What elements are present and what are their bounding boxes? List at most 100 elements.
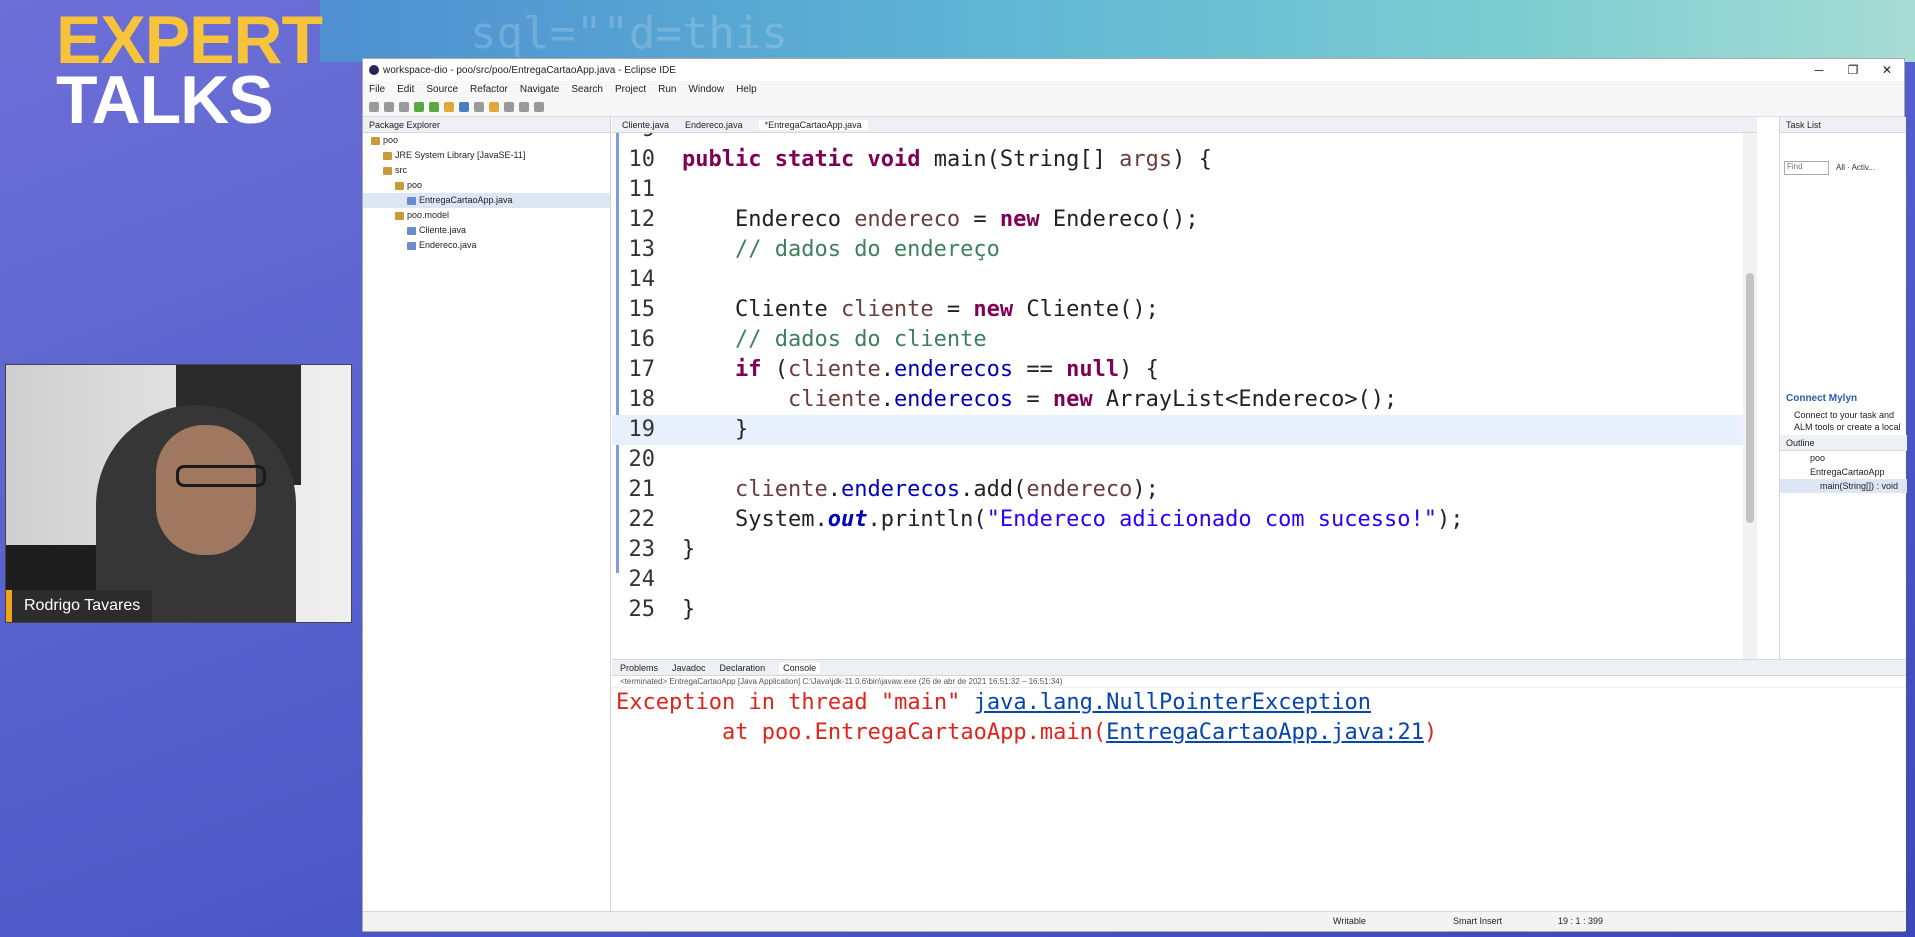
code-line[interactable]: 15 Cliente cliente = new Cliente(); [612, 295, 1757, 325]
outline-view: Outline poo EntregaCartaoApp main(String… [1780, 435, 1907, 493]
code-line[interactable]: 19 } [612, 415, 1757, 445]
code-line[interactable]: 11 [612, 175, 1757, 205]
code-area[interactable]: 9 10 public static void main(String[] args… [612, 133, 1757, 713]
package-icon [395, 211, 404, 220]
menu-window[interactable]: Window [688, 84, 724, 95]
tab-javadoc[interactable]: Javadoc [672, 663, 706, 673]
code-line[interactable]: 25} [612, 595, 1757, 625]
code-line[interactable]: 24 [612, 565, 1757, 595]
tab-declaration[interactable]: Declaration [720, 663, 766, 673]
code-text: Cliente cliente = new Cliente(); [682, 297, 1159, 322]
scrollbar-thumb[interactable] [1746, 273, 1754, 523]
background-code-text: sql=""d=this [470, 8, 788, 59]
line-number: 23 [628, 537, 656, 562]
tab-entregacartaoapp[interactable]: *EntregaCartaoApp.java [758, 119, 868, 130]
code-line[interactable]: 12 Endereco endereco = new Endereco(); [612, 205, 1757, 235]
exception-link[interactable]: java.lang.NullPointerException [974, 690, 1371, 715]
line-number: 25 [628, 597, 656, 622]
code-line[interactable]: 20 [612, 445, 1757, 475]
task-find-input[interactable]: Find [1784, 161, 1829, 175]
outline-item-main[interactable]: main(String[]) : void [1780, 479, 1907, 493]
line-number: 9 [612, 133, 655, 145]
mylyn-title[interactable]: Connect Mylyn [1786, 393, 1857, 404]
tree-item-package-poo[interactable]: poo [363, 178, 610, 193]
maximize-button[interactable]: ❐ [1836, 63, 1870, 77]
external-tools-icon[interactable] [444, 101, 454, 112]
code-line[interactable]: 16 // dados do cliente [612, 325, 1757, 355]
status-insert-mode: Smart Insert [1453, 916, 1503, 926]
main-toolbar [363, 97, 1904, 117]
line-number: 10 [628, 147, 656, 172]
library-icon [383, 151, 392, 160]
console-panel: Problems Javadoc Declaration Console <te… [612, 659, 1906, 913]
run-icon[interactable] [429, 101, 439, 112]
tree-item-package-poo-model[interactable]: poo.model [363, 208, 610, 223]
tree-item-jre[interactable]: JRE System Library [JavaSE-11] [363, 148, 610, 163]
code-line[interactable]: 21 cliente.enderecos.add(endereco); [612, 475, 1757, 505]
folder-icon [383, 166, 392, 175]
code-text: cliente.enderecos.add(endereco); [734, 477, 1159, 502]
code-line[interactable]: 22 System.out.println("Endereco adiciona… [612, 505, 1757, 535]
console-tabs: Problems Javadoc Declaration Console [612, 660, 1906, 676]
line-number: 20 [628, 447, 656, 472]
minimize-button[interactable]: ─ [1802, 63, 1836, 77]
task-filter-all[interactable]: All · Activ... [1836, 163, 1875, 172]
editor-scrollbar[interactable] [1743, 133, 1757, 713]
line-number: 15 [628, 297, 656, 322]
code-line[interactable]: 17 if (cliente.enderecos == null) { [612, 355, 1757, 385]
menu-project[interactable]: Project [615, 84, 646, 95]
save-icon[interactable] [384, 101, 394, 112]
line-number: 12 [628, 207, 656, 232]
window-titlebar: workspace-dio - poo/src/poo/EntregaCarta… [363, 59, 1904, 81]
tab-console[interactable]: Console [779, 662, 821, 673]
debug-icon[interactable] [414, 101, 424, 112]
tree-item-src[interactable]: src [363, 163, 610, 178]
next-annotation-icon[interactable] [504, 101, 514, 112]
tab-problems[interactable]: Problems [620, 663, 658, 673]
line-number: 24 [628, 567, 656, 592]
webcam-feed: Rodrigo Tavares [5, 364, 352, 623]
forward-icon[interactable] [534, 101, 544, 112]
outline-item-poo[interactable]: poo [1780, 451, 1907, 465]
print-icon[interactable] [399, 101, 409, 112]
eclipse-icon [369, 65, 379, 75]
code-text: // dados do cliente [734, 327, 987, 352]
code-line[interactable]: 14 [612, 265, 1757, 295]
back-icon[interactable] [519, 101, 529, 112]
close-button[interactable]: ✕ [1870, 63, 1904, 77]
tree-item-entregacartaoapp[interactable]: EntregaCartaoApp.java [363, 193, 610, 208]
tree-item-endereco[interactable]: Endereco.java [363, 238, 610, 253]
search-icon[interactable] [489, 101, 499, 112]
menu-source[interactable]: Source [426, 84, 458, 95]
tree-item-cliente[interactable]: Cliente.java [363, 223, 610, 238]
menu-file[interactable]: File [369, 84, 385, 95]
new-java-class-icon[interactable] [459, 101, 469, 112]
menu-run[interactable]: Run [658, 84, 676, 95]
stacktrace-link[interactable]: EntregaCartaoApp.java:21 [1106, 720, 1424, 745]
task-list-header[interactable]: Task List [1780, 117, 1906, 133]
tree-item-project[interactable]: poo [363, 133, 610, 148]
code-line[interactable]: 18 cliente.enderecos = new ArrayList<End… [612, 385, 1757, 415]
menu-help[interactable]: Help [736, 84, 757, 95]
outline-header[interactable]: Outline [1780, 435, 1907, 451]
tab-package-explorer[interactable]: Package Explorer [369, 120, 440, 130]
tab-cliente[interactable]: Cliente.java [622, 120, 669, 130]
logo-line-1: EXPERT [56, 2, 323, 78]
code-line[interactable]: 23} [612, 535, 1757, 565]
outline-item-class[interactable]: EntregaCartaoApp [1780, 465, 1907, 479]
open-type-icon[interactable] [474, 101, 484, 112]
code-line[interactable]: 9 [612, 133, 1757, 145]
code-text: } [682, 597, 696, 622]
menu-search[interactable]: Search [571, 84, 603, 95]
tab-endereco[interactable]: Endereco.java [685, 120, 743, 130]
code-line[interactable]: 13 // dados do endereço [612, 235, 1757, 265]
code-text: Endereco endereco = new Endereco(); [682, 207, 1199, 232]
menu-refactor[interactable]: Refactor [470, 84, 508, 95]
java-file-icon [407, 196, 416, 205]
new-icon[interactable] [369, 101, 379, 112]
menu-navigate[interactable]: Navigate [520, 84, 559, 95]
expert-talks-logo: EXPERT TALKS [56, 2, 323, 134]
code-line[interactable]: 10 public static void main(String[] args)… [612, 145, 1757, 175]
menu-edit[interactable]: Edit [397, 84, 414, 95]
code-text: } [682, 417, 749, 442]
